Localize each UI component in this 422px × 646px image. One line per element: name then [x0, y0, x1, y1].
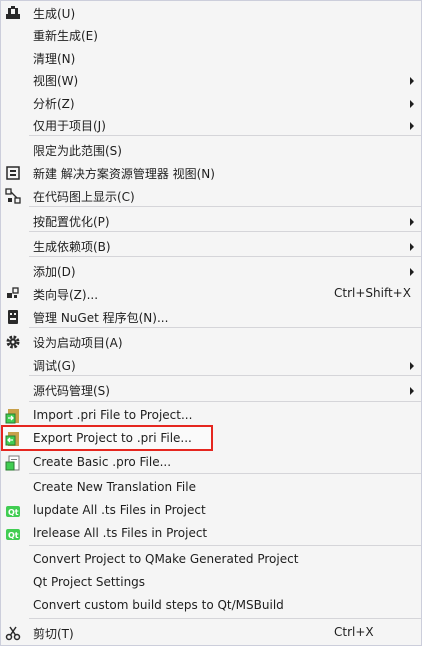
context-menu: 生成(U) 重新生成(E) 清理(N) 视图(W) 分析(Z) 仅用于项目(J) 限定为此范… — [0, 0, 422, 646]
menu-item-label: Convert custom build steps to Qt/MSBuild — [33, 598, 284, 612]
menu-item-create-basic-pro-file[interactable]: Create Basic .pro File... — [1, 451, 421, 474]
svg-text:Qt: Qt — [8, 508, 19, 517]
submenu-arrow-icon — [410, 122, 414, 130]
menu-item-shortcut: Ctrl+X — [334, 625, 374, 639]
menu-item-import-pri-file-to-project[interactable]: Import .pri File to Project... — [1, 404, 421, 427]
menu-item-label: 生成依赖项(B) — [33, 240, 111, 254]
nuget-icon — [5, 309, 21, 325]
menu-item-label: 设为启动项目(A) — [33, 336, 123, 350]
menu-item-lrelease-all-ts-files-in-project[interactable]: Qt lrelease All .ts Files in Project — [1, 522, 421, 545]
menu-item-label: 视图(W) — [33, 74, 79, 88]
menu-item-视图-w[interactable]: 视图(W) — [1, 68, 421, 91]
menu-item-添加-d[interactable]: 添加(D) — [1, 259, 421, 282]
menu-item-label: Create Basic .pro File... — [33, 455, 172, 469]
menu-item-label: 新建 解决方案资源管理器 视图(N) — [33, 167, 215, 181]
menu-item-类向导-z[interactable]: 类向导(Z)... Ctrl+Shift+X — [1, 282, 421, 305]
menu-item-在代码图上显示-c[interactable]: 在代码图上显示(C) — [1, 184, 421, 207]
submenu-arrow-icon — [410, 218, 414, 226]
import-pri-icon — [5, 408, 21, 424]
menu-item-export-project-to-pri-file[interactable]: Export Project to .pri File... — [1, 427, 421, 450]
submenu-arrow-icon — [410, 268, 414, 276]
menu-item-剪切-t[interactable]: 剪切(T) Ctrl+X — [1, 621, 421, 644]
menu-item-label: lrelease All .ts Files in Project — [33, 526, 208, 540]
menu-item-label: lupdate All .ts Files in Project — [33, 503, 206, 517]
menu-item-限定为此范围-s[interactable]: 限定为此范围(S) — [1, 138, 421, 161]
menu-item-label: 剪切(T) — [33, 627, 74, 641]
submenu-arrow-icon — [410, 243, 414, 251]
menu-item-label: 类向导(Z)... — [33, 288, 99, 302]
menu-item-create-new-translation-file[interactable]: Create New Translation File — [1, 476, 421, 499]
gear-icon — [5, 334, 21, 350]
menu-item-label: Create New Translation File — [33, 480, 196, 494]
submenu-arrow-icon — [410, 362, 414, 370]
build-icon — [5, 5, 21, 21]
menu-item-label: 分析(Z) — [33, 97, 75, 111]
code-map-icon — [5, 188, 21, 204]
submenu-arrow-icon — [410, 387, 414, 395]
menu-separator — [29, 618, 421, 619]
menu-item-新建-解决方案资源管理器-视图-n[interactable]: 新建 解决方案资源管理器 视图(N) — [1, 161, 421, 184]
menu-item-convert-custom-build-steps-to-qt-msbuild[interactable]: Convert custom build steps to Qt/MSBuild — [1, 594, 421, 617]
menu-item-label: 重新生成(E) — [33, 29, 98, 43]
menu-item-分析-z[interactable]: 分析(Z) — [1, 91, 421, 114]
menu-item-label: Export Project to .pri File... — [33, 431, 192, 445]
menu-item-convert-project-to-qmake-generated-project[interactable]: Convert Project to QMake Generated Proje… — [1, 548, 421, 571]
menu-item-调试-g[interactable]: 调试(G) — [1, 353, 421, 376]
menu-item-清理-n[interactable]: 清理(N) — [1, 46, 421, 69]
menu-item-lupdate-all-ts-files-in-project[interactable]: Qt lupdate All .ts Files in Project — [1, 499, 421, 522]
menu-item-label: 管理 NuGet 程序包(N)... — [33, 311, 169, 325]
menu-item-按配置优化-p[interactable]: 按配置优化(P) — [1, 209, 421, 232]
create-pro-icon — [5, 455, 21, 471]
new-view-icon — [5, 165, 21, 181]
submenu-arrow-icon — [410, 100, 414, 108]
menu-item-label: 调试(G) — [33, 359, 76, 373]
scissors-icon — [5, 625, 21, 641]
menu-item-label: Convert Project to QMake Generated Proje… — [33, 552, 299, 566]
menu-item-label: 源代码管理(S) — [33, 384, 110, 398]
menu-item-qt-project-settings[interactable]: Qt Project Settings — [1, 571, 421, 594]
menu-separator — [29, 545, 421, 546]
menu-item-生成-u[interactable]: 生成(U) — [1, 1, 421, 24]
menu-item-仅用于项目-j[interactable]: 仅用于项目(J) — [1, 113, 421, 136]
menu-item-重新生成-e[interactable]: 重新生成(E) — [1, 23, 421, 46]
svg-text:Qt: Qt — [8, 531, 19, 540]
menu-item-label: 清理(N) — [33, 52, 76, 66]
menu-item-label: Import .pri File to Project... — [33, 408, 193, 422]
menu-item-设为启动项目-a[interactable]: 设为启动项目(A) — [1, 330, 421, 353]
menu-item-管理-nuget-程序包-n[interactable]: 管理 NuGet 程序包(N)... — [1, 305, 421, 328]
submenu-arrow-icon — [410, 77, 414, 85]
menu-item-label: 仅用于项目(J) — [33, 119, 106, 133]
qt-icon: Qt — [5, 503, 21, 519]
menu-item-label: 生成(U) — [33, 7, 76, 21]
menu-item-label: 添加(D) — [33, 265, 76, 279]
menu-item-源代码管理-s[interactable]: 源代码管理(S) — [1, 378, 421, 401]
export-pri-icon — [5, 431, 21, 447]
menu-item-生成依赖项-b[interactable]: 生成依赖项(B) — [1, 234, 421, 257]
menu-item-label: Qt Project Settings — [33, 575, 146, 589]
menu-item-label: 按配置优化(P) — [33, 215, 110, 229]
qt-icon: Qt — [5, 526, 21, 542]
menu-item-label: 限定为此范围(S) — [33, 144, 122, 158]
menu-item-label: 在代码图上显示(C) — [33, 190, 135, 204]
class-wizard-icon — [5, 286, 21, 302]
menu-item-shortcut: Ctrl+Shift+X — [334, 286, 411, 300]
menu-separator — [29, 401, 421, 402]
